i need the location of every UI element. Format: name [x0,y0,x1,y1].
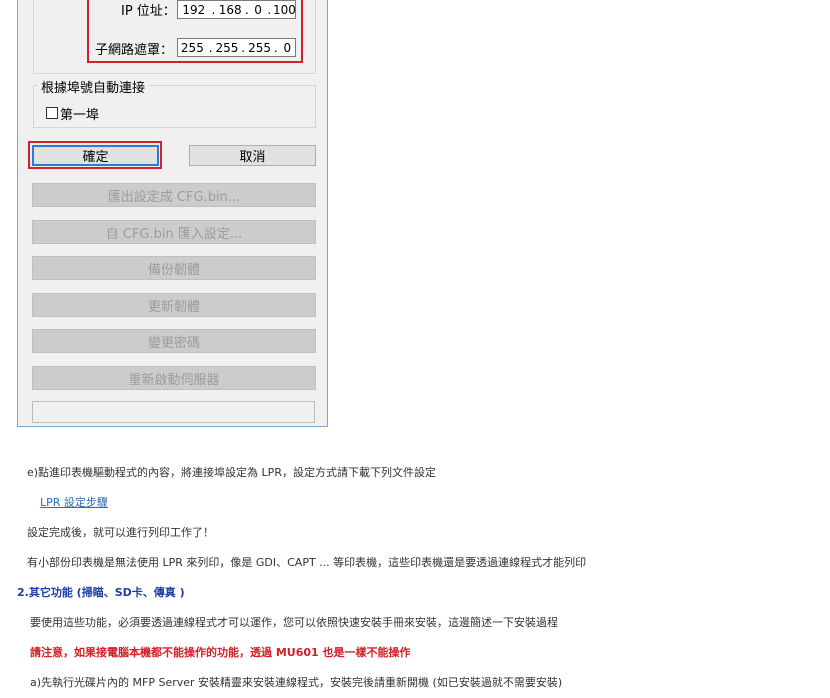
export-cfg-button[interactable]: 匯出設定成 CFG.bin... [32,183,316,207]
lpr-setup-link[interactable]: LPR 設定步驟 [40,494,108,510]
step-a-text: a)先執行光碟片內的 MFP Server 安裝精靈來安裝連線程式，安裝完後請重… [30,676,563,689]
ip-highlight-box [87,0,303,63]
section-intro-text: 要使用這些功能，必須要透過連線程式才可以運作，您可以依照快速安裝手冊來安裝，這邊… [30,616,558,629]
printer-server-dialog: IP 位址： 192 . 168 . 0 . 100 子網路遮罩： 255 . … [17,0,328,427]
backup-firmware-button[interactable]: 備份韌體 [32,256,316,280]
step-e-text: e)點進印表機驅動程式的內容，將連接埠設定為 LPR，設定方式請下載下列文件設定 [27,466,436,479]
warning-text: 請注意，如果接電腦本機都不能操作的功能，透過 MU601 也是一樣不能操作 [30,646,411,659]
restart-server-button[interactable]: 重新啟動伺服器 [32,366,316,390]
import-cfg-button[interactable]: 自 CFG.bin 匯入設定... [32,220,316,244]
ok-button[interactable]: 確定 [32,145,159,166]
first-port-checkbox[interactable] [46,107,58,119]
auto-connect-group: 根據埠號自動連接 第一埠 [33,77,316,128]
update-firmware-button[interactable]: 更新韌體 [32,293,316,317]
cancel-button[interactable]: 取消 [189,145,316,166]
done-text: 設定完成後，就可以進行列印工作了！ [27,526,214,539]
auto-connect-title: 根據埠號自動連接 [38,77,149,96]
first-port-label: 第一埠 [60,108,100,123]
section-heading: 2.其它功能 (掃瞄、SD卡、傳真 ) [17,586,185,599]
note-text: 有小部份印表機是無法使用 LPR 來列印，像是 GDI、CAPT ... 等印表… [27,556,587,569]
change-password-button[interactable]: 變更密碼 [32,329,316,353]
status-bar [32,401,315,423]
